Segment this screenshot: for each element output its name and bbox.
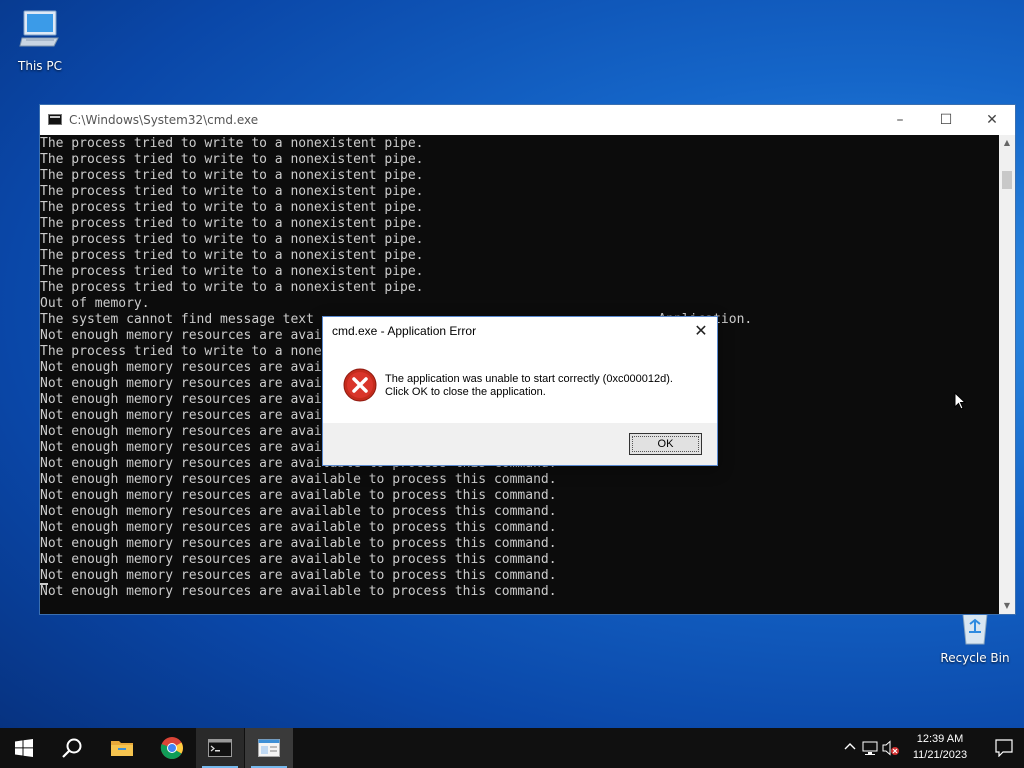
desktop-icon-this-pc[interactable]: This PC <box>0 8 80 73</box>
console-line: The process tried to write to a nonexist… <box>40 136 424 151</box>
taskbar: 12:39 AM 11/21/2023 <box>0 728 1024 768</box>
console-line: The process tried to write to a nonexist… <box>40 152 424 167</box>
console-line: Not enough memory resources are availabl… <box>40 584 557 599</box>
console-line: The process tried to write to a nonexist… <box>40 248 424 263</box>
chrome-button[interactable] <box>148 728 196 768</box>
recycle-bin-icon <box>935 610 1015 649</box>
vertical-scrollbar[interactable]: ▲ ▼ <box>999 135 1015 614</box>
taskbar-clock[interactable]: 12:39 AM 11/21/2023 <box>904 731 976 763</box>
desktop-icon-recycle-bin[interactable]: Recycle Bin <box>935 610 1015 665</box>
console-line: The process tried to write to a nonexist… <box>40 232 424 247</box>
dialog-close-button[interactable]: ✕ <box>689 320 713 342</box>
window-titlebar[interactable]: C:\Windows\System32\cmd.exe – ☐ ✕ <box>40 105 1015 135</box>
desktop-icon-label: This PC <box>18 59 62 73</box>
console-line: The process tried to write to a nonexist… <box>40 168 424 183</box>
scroll-down-icon[interactable]: ▼ <box>999 598 1015 614</box>
console-line: Not enough memory resources are availabl… <box>40 568 557 583</box>
app-window-icon <box>258 739 280 757</box>
notification-button[interactable] <box>984 728 1024 768</box>
clock-time: 12:39 AM <box>916 733 964 745</box>
app-window-taskbar-button[interactable] <box>245 728 293 768</box>
close-button[interactable]: ✕ <box>969 105 1015 135</box>
maximize-button[interactable]: ☐ <box>923 105 969 135</box>
console-line: Not enough memory resources are availabl… <box>40 520 557 535</box>
mouse-pointer-icon <box>954 391 967 414</box>
error-icon <box>343 368 377 406</box>
error-dialog[interactable]: cmd.exe - Application Error ✕ The applic… <box>322 316 718 466</box>
start-icon <box>15 739 33 757</box>
console-line: Not enough memory resources are availabl… <box>40 504 557 519</box>
console-line: Not enough memory resources are availabl… <box>40 536 557 551</box>
desktop-icon-label: Recycle Bin <box>940 651 1010 665</box>
console-line: The process tried to write to a nonexist… <box>40 280 424 295</box>
dialog-message: The application was unable to start corr… <box>385 373 705 399</box>
ok-button[interactable]: OK <box>629 433 702 455</box>
console-line: The process tried to write to a nonexist… <box>40 184 424 199</box>
dialog-message-line: The application was unable to start corr… <box>385 373 673 385</box>
network-icon[interactable] <box>862 740 878 756</box>
system-tray: 12:39 AM 11/21/2023 <box>834 728 1024 768</box>
console-line: Not enough memory resources are availabl… <box>40 472 557 487</box>
console-line: Not enough memory resources are availabl… <box>40 552 557 567</box>
cmd-icon <box>208 739 232 757</box>
volume-muted-icon[interactable] <box>882 740 899 756</box>
dialog-title: cmd.exe - Application Error <box>332 324 477 338</box>
window-title: C:\Windows\System32\cmd.exe <box>69 113 259 127</box>
console-line: The process tried to write to a nonexist… <box>40 264 424 279</box>
start-button[interactable] <box>0 728 48 768</box>
console-line: The process tried to write to a nonexist… <box>40 216 424 231</box>
chevron-up-icon[interactable] <box>842 740 858 756</box>
clock-date: 11/21/2023 <box>912 749 968 761</box>
chrome-icon <box>160 737 183 759</box>
search-icon <box>62 738 82 758</box>
scroll-up-icon[interactable]: ▲ <box>999 135 1015 151</box>
console-line: Out of memory. <box>40 296 150 311</box>
file-explorer-button[interactable] <box>98 728 146 768</box>
dialog-footer: OK <box>323 423 717 465</box>
notification-icon <box>995 739 1013 757</box>
cmd-taskbar-button[interactable] <box>196 728 244 768</box>
scroll-thumb[interactable] <box>1002 171 1012 189</box>
minimize-button[interactable]: – <box>877 105 923 135</box>
file-explorer-icon <box>111 741 133 756</box>
console-line: Not enough memory resources are availabl… <box>40 488 557 503</box>
console-cursor <box>40 583 48 585</box>
console-app-icon <box>48 114 62 125</box>
console-line: The process tried to write to a nonexist… <box>40 200 424 215</box>
computer-icon <box>0 8 80 57</box>
search-button[interactable] <box>48 728 96 768</box>
dialog-message-line: Click OK to close the application. <box>385 386 546 398</box>
